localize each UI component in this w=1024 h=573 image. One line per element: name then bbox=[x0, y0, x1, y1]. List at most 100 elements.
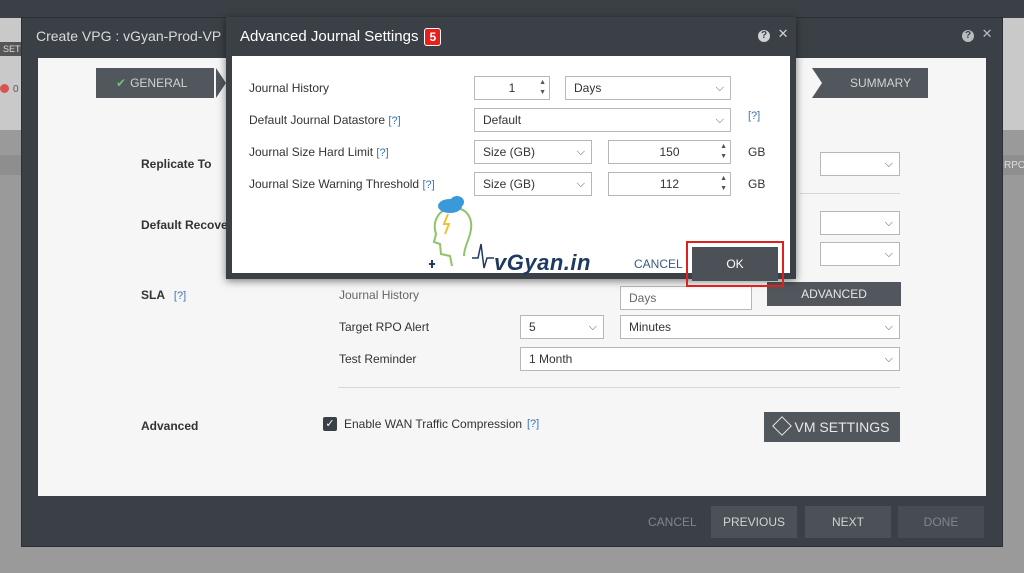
warning-threshold-value: 112 bbox=[659, 177, 680, 191]
hard-limit-unit: GB bbox=[748, 145, 766, 159]
wan-compression-checkbox[interactable]: ✓ bbox=[323, 417, 337, 431]
previous-button[interactable]: PREVIOUS bbox=[711, 506, 797, 538]
ok-highlight-frame: OK bbox=[686, 241, 784, 287]
wizard-cancel-button[interactable]: CANCEL bbox=[648, 506, 697, 538]
default-datastore-label-text: Default Journal Datastore bbox=[249, 113, 386, 127]
default-datastore-label: Default Journal Datastore [?] bbox=[249, 113, 401, 127]
chevron-down-icon: ⌵ bbox=[884, 248, 893, 260]
chevron-down-icon: ⌵ bbox=[884, 158, 893, 170]
app-top-bar bbox=[0, 0, 1024, 18]
target-rpo-unit-select[interactable]: Minutes ⌵ bbox=[620, 315, 900, 339]
vm-settings-label: VM SETTINGS bbox=[794, 419, 890, 435]
journal-history-input[interactable]: 1 ▲ ▼ bbox=[474, 76, 550, 100]
journal-history-label: Journal History bbox=[249, 81, 330, 95]
wan-help-link[interactable]: [?] bbox=[527, 418, 539, 430]
hard-limit-mode-select[interactable]: Size (GB) ⌵ bbox=[474, 140, 592, 164]
dialog-header-actions: ? ✕ bbox=[758, 26, 789, 42]
help-icon[interactable]: ? bbox=[962, 30, 974, 42]
test-reminder-label: Test Reminder bbox=[339, 352, 417, 366]
spinner-arrows-icon[interactable]: ▲ ▼ bbox=[720, 142, 727, 162]
dialog-cancel-button[interactable]: CANCEL bbox=[634, 257, 683, 271]
warning-threshold-label: Journal Size Warning Threshold [?] bbox=[249, 177, 435, 191]
spinner-arrows-icon[interactable]: ▲ ▼ bbox=[539, 78, 546, 98]
bg-rpo-label: RPO bbox=[1004, 160, 1024, 171]
chevron-down-icon: ⌵ bbox=[884, 353, 893, 365]
replicate-to-select[interactable]: ⌵ bbox=[820, 152, 900, 176]
hard-limit-value: 150 bbox=[659, 145, 680, 159]
check-icon: ✔ bbox=[116, 76, 127, 90]
step-number-badge: 5 bbox=[424, 28, 442, 46]
dialog-body: Journal History 1 ▲ ▼ Days ⌵ Default Jour… bbox=[232, 56, 790, 287]
default-datastore-help-link[interactable]: [?] bbox=[388, 115, 400, 127]
warning-threshold-unit: GB bbox=[748, 177, 766, 191]
hard-limit-label-text: Journal Size Hard Limit bbox=[249, 145, 374, 159]
journal-history-unit-select[interactable]: Days ⌵ bbox=[565, 76, 731, 100]
wizard-title: Create VPG : vGyan-Prod-VP bbox=[36, 28, 222, 44]
journal-history-unit-bg[interactable]: Days bbox=[620, 286, 752, 310]
chevron-down-icon: ⌵ bbox=[715, 82, 724, 94]
step-summary[interactable]: SUMMARY bbox=[824, 68, 928, 98]
test-reminder-select[interactable]: 1 Month ⌵ bbox=[520, 347, 900, 371]
hard-limit-mode: Size (GB) bbox=[483, 145, 536, 159]
step-arrow-notch bbox=[812, 68, 822, 98]
chevron-down-icon: ⌵ bbox=[576, 178, 585, 190]
watermark-text: vGyan.in bbox=[494, 250, 591, 275]
vm-settings-button[interactable]: VM SETTINGS bbox=[764, 412, 900, 442]
journal-history-label-bg: Journal History bbox=[339, 288, 420, 302]
warning-threshold-input[interactable]: 112 ▲ ▼ bbox=[608, 172, 731, 196]
chevron-down-icon: ⌵ bbox=[576, 146, 585, 158]
sla-help-link[interactable]: [?] bbox=[174, 290, 186, 302]
wan-compression-label: Enable WAN Traffic Compression bbox=[344, 417, 523, 431]
help-icon[interactable]: ? bbox=[758, 30, 770, 42]
advanced-button[interactable]: ADVANCED bbox=[767, 282, 901, 306]
target-rpo-label: Target RPO Alert bbox=[339, 320, 430, 334]
default-recovery-label: Default Recove bbox=[141, 218, 228, 232]
dialog-title-text: Advanced Journal Settings bbox=[240, 28, 419, 45]
advanced-journal-settings-dialog: Advanced Journal Settings 5 ? ✕ Journal H… bbox=[226, 17, 796, 287]
cube-icon bbox=[771, 416, 792, 436]
default-recovery-select[interactable]: ⌵ bbox=[820, 211, 900, 235]
datastore-side-help-link[interactable]: [?] bbox=[748, 110, 760, 122]
warning-threshold-help-link[interactable]: [?] bbox=[422, 179, 434, 191]
error-icon bbox=[0, 84, 9, 93]
warning-threshold-mode: Size (GB) bbox=[483, 177, 536, 191]
warning-threshold-label-text: Journal Size Warning Threshold bbox=[249, 177, 420, 191]
vgyan-logo-watermark bbox=[424, 194, 494, 272]
wizard-header-actions: ? ✕ bbox=[962, 26, 993, 42]
chevron-down-icon: ⌵ bbox=[588, 321, 597, 333]
divider bbox=[800, 193, 900, 194]
hard-limit-label: Journal Size Hard Limit [?] bbox=[249, 145, 389, 159]
spinner-arrows-icon[interactable]: ▲ ▼ bbox=[720, 174, 727, 194]
next-button[interactable]: NEXT bbox=[805, 506, 891, 538]
step-general[interactable]: ✔ GENERAL bbox=[96, 68, 214, 98]
chevron-down-icon: ⌵ bbox=[715, 114, 724, 126]
target-rpo-select[interactable]: 5 ⌵ bbox=[520, 315, 604, 339]
hard-limit-input[interactable]: 150 ▲ ▼ bbox=[608, 140, 731, 164]
chevron-down-icon: ⌵ bbox=[884, 217, 893, 229]
hard-limit-help-link[interactable]: [?] bbox=[376, 147, 388, 159]
head-cloud-icon bbox=[429, 196, 494, 269]
test-reminder-value: 1 Month bbox=[529, 352, 573, 366]
ok-button[interactable]: OK bbox=[692, 247, 778, 281]
bg-counter: 0 bbox=[13, 84, 19, 95]
target-rpo-unit-value: Minutes bbox=[629, 320, 672, 334]
step-general-label: GENERAL bbox=[130, 76, 188, 90]
step-arrow bbox=[216, 68, 226, 98]
dialog-title: Advanced Journal Settings 5 bbox=[240, 28, 442, 46]
divider bbox=[338, 387, 900, 388]
close-icon[interactable]: ✕ bbox=[982, 26, 993, 41]
warning-threshold-mode-select[interactable]: Size (GB) ⌵ bbox=[474, 172, 592, 196]
step-summary-label: SUMMARY bbox=[850, 76, 912, 90]
target-rpo-value: 5 bbox=[529, 320, 536, 334]
sla-label: SLA [?] bbox=[141, 288, 186, 302]
default-recovery-select-2[interactable]: ⌵ bbox=[820, 242, 900, 266]
default-datastore-select[interactable]: Default ⌵ bbox=[474, 108, 731, 132]
journal-history-value: 1 bbox=[508, 81, 516, 95]
close-icon[interactable]: ✕ bbox=[778, 26, 789, 41]
done-button[interactable]: DONE bbox=[898, 506, 984, 538]
replicate-to-label: Replicate To bbox=[141, 157, 212, 171]
sla-label-text: SLA bbox=[141, 288, 165, 302]
journal-history-unit: Days bbox=[574, 81, 602, 95]
chevron-down-icon: ⌵ bbox=[884, 321, 893, 333]
advanced-label: Advanced bbox=[141, 419, 199, 433]
